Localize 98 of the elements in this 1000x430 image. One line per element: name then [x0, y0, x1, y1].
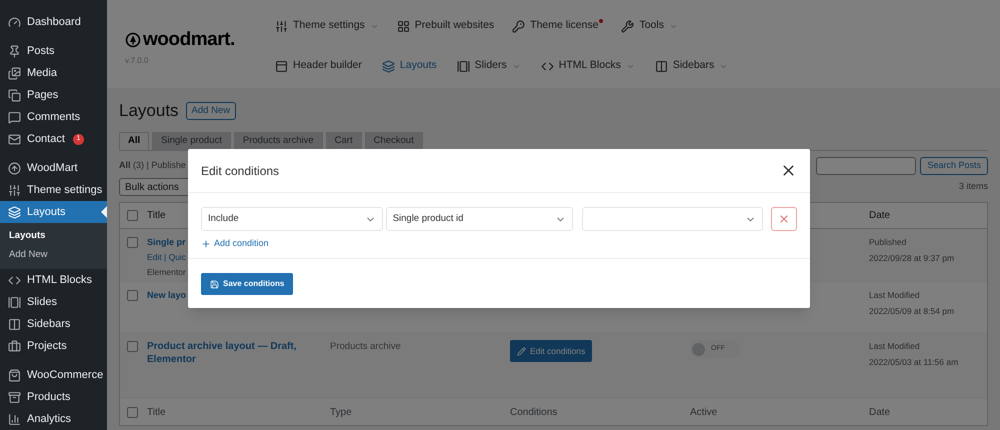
checkbox[interactable] [127, 290, 138, 301]
plus-icon [201, 238, 211, 249]
code-icon [540, 60, 554, 72]
column-header[interactable]: Conditions [510, 404, 558, 420]
sidebar-item[interactable]: WooCommerce [0, 364, 107, 386]
column-header[interactable]: Type [330, 404, 352, 420]
sidebar-item[interactable]: Layouts [0, 201, 107, 223]
sliders-icon [275, 20, 288, 32]
sidebar-item[interactable]: Comments [0, 106, 107, 128]
sliders-icon [8, 184, 21, 196]
gallery-icon [8, 296, 21, 308]
tab[interactable]: Checkout [364, 132, 423, 150]
checkbox[interactable] [127, 406, 138, 418]
status-filter: All (3) | Publishe [119, 159, 186, 172]
key-icon [512, 20, 526, 32]
post-state: Elementor [147, 266, 186, 278]
date-status: Published [869, 236, 906, 249]
search-posts-button[interactable]: Search Posts [920, 157, 988, 175]
column-header[interactable]: Active [690, 404, 718, 420]
gauge-icon [8, 16, 21, 28]
tree-logo-icon [125, 32, 141, 48]
date-status: Last Modified [869, 289, 920, 302]
sidebar-item[interactable]: Dashboard [0, 11, 107, 33]
images-icon [8, 66, 21, 80]
add-new-button[interactable]: Add New [186, 102, 236, 120]
date-status: Last Modified [869, 340, 920, 353]
wrench-icon [621, 20, 634, 32]
theme-nav-link[interactable]: Tools [621, 18, 678, 34]
sidebar-item[interactable]: Sidebars [0, 313, 107, 335]
code-icon [8, 274, 21, 286]
checkbox[interactable] [127, 237, 138, 248]
column-header[interactable]: Date [869, 404, 890, 420]
remove-condition-button[interactable] [771, 207, 797, 231]
tab[interactable]: All [119, 132, 150, 150]
checkbox[interactable] [127, 210, 138, 221]
sidebar-item[interactable]: Posts [0, 40, 107, 62]
row-actions: Edit | Quic [147, 251, 186, 264]
tab[interactable]: Single product [152, 132, 231, 150]
theme-nav-link[interactable]: Layouts [382, 58, 437, 74]
condition-select[interactable]: Single product id [386, 207, 574, 231]
post-date: 2022/05/03 at 11:56 am [869, 356, 958, 368]
save-conditions-button[interactable]: Save conditions [201, 273, 294, 295]
speech-bubble-icon [8, 110, 21, 124]
column-header[interactable]: Title [147, 208, 166, 223]
briefcase-icon [8, 340, 21, 352]
sidebar-item[interactable]: Media [0, 62, 107, 84]
submenu-item[interactable]: Layouts [0, 227, 107, 246]
post-date: 2022/09/28 at 9:37 pm [869, 252, 954, 264]
edit-conditions-button[interactable]: Edit conditions [510, 340, 592, 362]
pin-icon [8, 44, 21, 58]
post-date: 2022/05/09 at 8:54 pm [869, 304, 954, 318]
sidebar-item[interactable]: Slides [0, 291, 107, 313]
submenu-item[interactable]: Add New [0, 246, 107, 265]
panel-icon [275, 60, 288, 72]
column-header[interactable]: Date [869, 208, 890, 223]
layout-type: Products archive [330, 341, 401, 352]
theme-nav-link[interactable]: Sidebars [654, 58, 728, 74]
archive-icon [8, 390, 21, 404]
sidebar-item[interactable]: Pages [0, 84, 107, 106]
layout-title-link[interactable]: New layo [147, 289, 186, 302]
close-icon [778, 213, 790, 225]
column-header[interactable]: Title [147, 404, 166, 420]
layers-icon [382, 60, 395, 72]
theme-nav-link[interactable]: Sliders [456, 58, 521, 74]
woodmart-logo: woodmart. [125, 30, 275, 49]
grid-icon [396, 20, 410, 32]
theme-nav-link[interactable]: Prebuilt websites [396, 18, 494, 34]
tab[interactable]: Products archive [234, 132, 323, 150]
pencil-icon [517, 346, 526, 356]
pages-icon [8, 88, 21, 102]
layout-title-link[interactable]: Single pr [147, 236, 186, 249]
layers-icon [8, 206, 21, 218]
page-title: Layouts [119, 100, 179, 122]
theme-nav-link[interactable]: Theme settings [275, 18, 379, 34]
item-count: 3 items [958, 180, 988, 194]
bar-chart-icon [8, 412, 21, 426]
bag-icon [8, 368, 21, 382]
layout-title-link[interactable]: Product archive layout — Draft, Elementor [147, 340, 330, 366]
add-condition-link[interactable]: Add condition [201, 237, 269, 250]
sidebar-item[interactable]: Products [0, 386, 107, 408]
columns-icon [654, 60, 668, 72]
tab[interactable]: Cart [326, 132, 362, 150]
theme-nav-link[interactable]: Theme license [512, 18, 604, 34]
dialog-title: Edit conditions [201, 162, 280, 180]
sidebar-item[interactable]: Analytics [0, 408, 107, 430]
search-field[interactable] [816, 157, 916, 175]
checkbox[interactable] [127, 341, 138, 352]
value-select[interactable] [582, 207, 764, 231]
theme-nav-link[interactable]: Header builder [275, 58, 362, 74]
sidebar-item[interactable]: WoodMart [0, 157, 107, 179]
sidebar-item[interactable]: Projects [0, 335, 107, 357]
envelope-icon [8, 132, 21, 146]
condition-select[interactable]: Include [201, 207, 383, 231]
columns-icon [8, 318, 21, 330]
gallery-icon [456, 60, 470, 72]
sidebar-item[interactable]: Theme settings [0, 179, 107, 201]
sidebar-item[interactable]: HTML Blocks [0, 269, 107, 291]
theme-nav-link[interactable]: HTML Blocks [540, 58, 635, 74]
